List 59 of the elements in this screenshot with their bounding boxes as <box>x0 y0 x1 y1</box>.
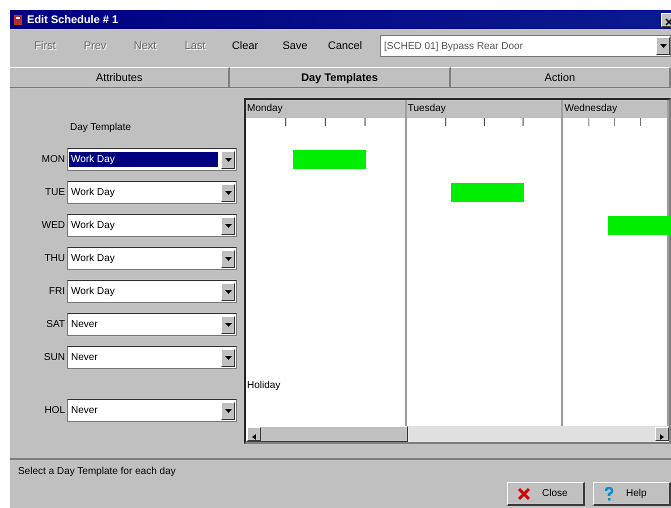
schedule-block <box>608 216 671 235</box>
scroll-left-button[interactable] <box>247 427 261 441</box>
dropdown-arrow-icon <box>224 322 232 326</box>
dropdown-button[interactable] <box>221 282 235 300</box>
section-heading: Day Template <box>70 122 131 133</box>
template-dropdown[interactable]: Never <box>67 313 237 336</box>
day-label: FRI <box>48 286 66 297</box>
toolbar-button[interactable]: Clear <box>222 38 268 54</box>
holiday-label: Holiday <box>247 380 280 391</box>
dropdown-arrow-icon <box>224 290 232 294</box>
help-icon <box>604 486 614 500</box>
close-icon <box>518 488 530 500</box>
day-label: TUE <box>44 187 66 198</box>
day-label: WED <box>40 220 66 231</box>
dropdown-arrow-icon <box>224 356 232 360</box>
tab[interactable]: Day Templates <box>230 67 451 87</box>
day-header: Tuesday <box>406 100 562 118</box>
template-dropdown[interactable]: Never <box>67 399 237 422</box>
status-text: Select a Day Template for each day <box>18 466 177 477</box>
record-selector[interactable]: [SCHED 01] Bypass Rear Door <box>380 35 671 57</box>
dropdown-button[interactable] <box>221 348 235 366</box>
template-dropdown[interactable]: Work Day <box>67 214 237 237</box>
dropdown-button[interactable] <box>221 402 235 420</box>
day-label: MON <box>40 154 66 165</box>
left-arrow-icon <box>252 434 256 440</box>
scroll-right-button[interactable] <box>655 427 669 441</box>
template-dropdown[interactable]: Work Day <box>67 280 237 303</box>
dropdown-arrow-icon <box>224 158 232 162</box>
dropdown-arrow-icon <box>224 224 232 228</box>
template-dropdown[interactable]: Work Day <box>67 247 237 270</box>
template-dropdown[interactable]: Work Day <box>67 181 237 204</box>
tab[interactable]: Action <box>450 67 671 87</box>
app-icon <box>13 14 23 26</box>
dropdown-button[interactable] <box>221 184 235 202</box>
dropdown-arrow-icon <box>660 44 666 48</box>
template-dropdown[interactable]: Work Day <box>67 148 237 171</box>
day-label: SUN <box>42 352 66 363</box>
dropdown-button[interactable] <box>656 37 670 55</box>
template-dropdown[interactable]: Never <box>67 346 237 369</box>
toolbar-button[interactable]: Save <box>272 38 318 54</box>
day-header: Monday <box>246 100 405 118</box>
help-button[interactable]: Help <box>593 482 671 506</box>
right-arrow-icon <box>660 434 664 440</box>
dropdown-button[interactable] <box>221 250 235 268</box>
day-header: Wednesday <box>563 100 667 118</box>
dropdown-button[interactable] <box>221 316 235 334</box>
day-label: SAT <box>45 319 66 330</box>
close-button[interactable]: Close <box>507 482 585 506</box>
dropdown-arrow-icon <box>224 190 232 194</box>
dropdown-arrow-icon <box>224 408 232 412</box>
dropdown-button[interactable] <box>221 216 235 234</box>
horizontal-scrollbar[interactable] <box>246 426 669 442</box>
window-title: Edit Schedule # 1 <box>27 14 120 26</box>
tab[interactable]: Attributes <box>10 67 230 87</box>
dropdown-arrow-icon <box>224 256 232 260</box>
toolbar-button[interactable]: Cancel <box>322 38 368 54</box>
dropdown-button[interactable] <box>221 150 235 168</box>
day-label: HOL <box>43 405 66 416</box>
day-label: THU <box>43 253 66 264</box>
